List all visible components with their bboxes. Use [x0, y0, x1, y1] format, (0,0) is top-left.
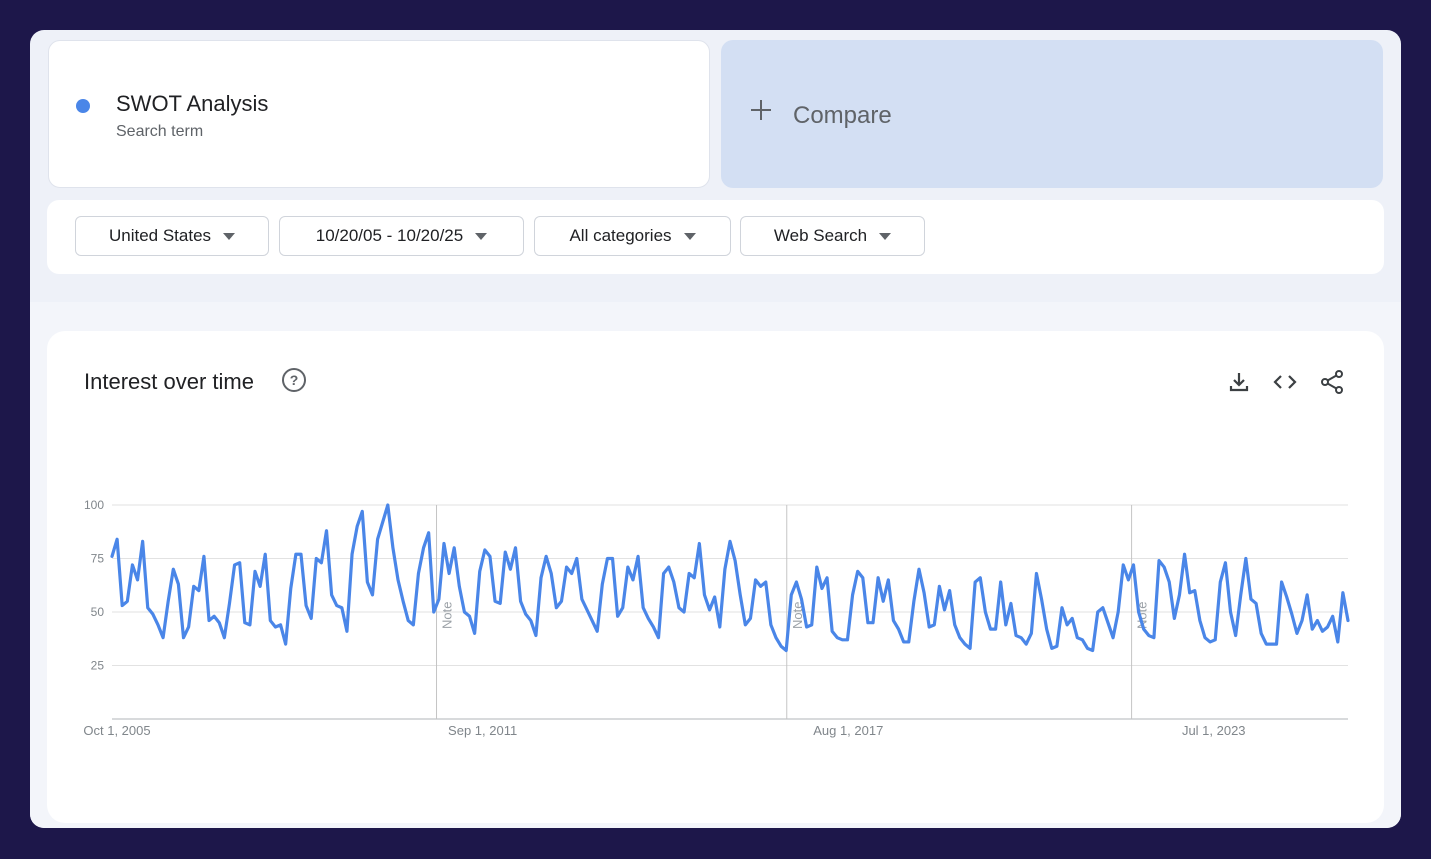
- trends-panel: SWOT Analysis Search term Compare United…: [30, 30, 1401, 828]
- interest-chart: Note Note Note 255075100Oct 1, 2005 Sep 1, …: [83, 498, 1350, 738]
- series-line-swot-analysis[interactable]: [110, 503, 1350, 653]
- x-tick-label: Oct 1, 2005: [83, 723, 150, 738]
- filter-location-label: United States: [108, 226, 212, 245]
- x-tick-label: Jul 1, 2023: [1182, 723, 1246, 738]
- caret-down-icon: [879, 232, 892, 240]
- caret-down-icon: [683, 232, 696, 240]
- interest-over-time-card: Interest over time ? Note Note Note 25 50 75…: [47, 331, 1384, 823]
- x-tick-label: Aug 1, 2017: [813, 723, 883, 738]
- filter-date-range[interactable]: 10/20/05 - 10/20/25: [279, 216, 524, 256]
- filter-category[interactable]: All categories: [534, 216, 731, 256]
- filter-search-type[interactable]: Web Search: [740, 216, 925, 256]
- search-term-card[interactable]: SWOT Analysis Search term: [48, 40, 710, 188]
- series-color-dot: [76, 99, 90, 113]
- compare-label: Compare: [793, 102, 892, 129]
- y-tick-label: 75: [91, 552, 105, 566]
- filter-category-label: All categories: [569, 226, 672, 245]
- caret-down-icon: [223, 232, 236, 240]
- y-tick-label: 100: [84, 498, 104, 512]
- search-term-type: Search term: [116, 123, 204, 140]
- filter-bar: United States 10/20/05 - 10/20/25 All ca…: [47, 200, 1384, 274]
- search-term-name[interactable]: SWOT Analysis: [116, 91, 268, 117]
- compare-button[interactable]: Compare: [721, 40, 1383, 188]
- filter-search-type-label: Web Search: [773, 226, 868, 245]
- filter-location[interactable]: United States: [75, 216, 269, 256]
- caret-down-icon: [475, 232, 488, 240]
- y-tick-label: 25: [91, 659, 105, 673]
- y-tick-label: 50: [91, 605, 105, 619]
- x-tick-label: Sep 1, 2011: [448, 723, 517, 738]
- annotation-note-label[interactable]: Note: [440, 602, 455, 629]
- filter-date-range-label: 10/20/05 - 10/20/25: [315, 226, 464, 245]
- plus-icon: [751, 100, 771, 120]
